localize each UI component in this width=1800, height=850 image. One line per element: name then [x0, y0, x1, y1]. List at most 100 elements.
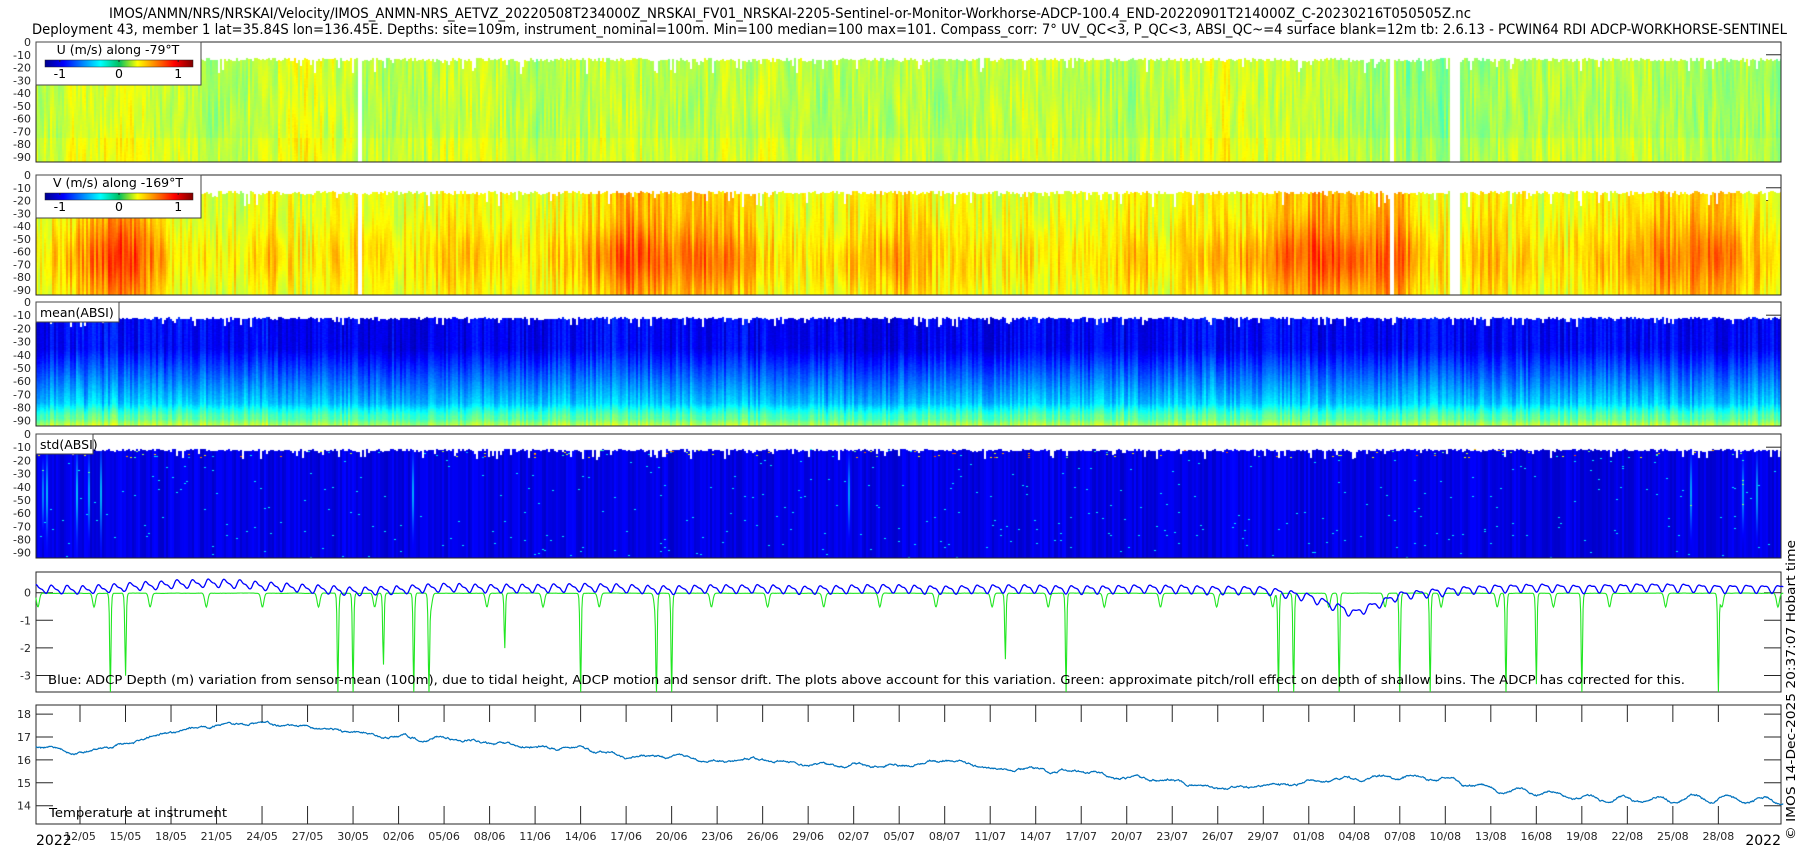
depth-variation-line — [35, 578, 1784, 617]
axes-frame-0 — [35, 41, 1782, 163]
y-tick-label: -40 — [13, 349, 31, 362]
x-tick-label: 21/05 — [201, 830, 233, 843]
y-tick-label: -20 — [13, 195, 31, 208]
x-tick-label: 30/05 — [337, 830, 369, 843]
x-tick-label: 16/08 — [1520, 830, 1552, 843]
y-tick-label: 15 — [17, 777, 31, 790]
depth-annotation: Blue: ADCP Depth (m) variation from sens… — [48, 672, 1685, 687]
y-tick-label: -90 — [13, 151, 31, 164]
x-tick-label: 20/07 — [1111, 830, 1143, 843]
y-tick-label: -60 — [13, 375, 31, 388]
y-tick-label: -80 — [13, 534, 31, 547]
y-tick-label: -80 — [13, 271, 31, 284]
temperature-line — [35, 720, 1784, 806]
y-tick-label: -60 — [13, 113, 31, 126]
y-tick-label: -90 — [13, 415, 31, 428]
x-tick-label: 13/08 — [1475, 830, 1507, 843]
x-tick-label: 23/06 — [701, 830, 733, 843]
y-tick-label: -40 — [13, 220, 31, 233]
year-label-right: 2022 — [1745, 833, 1781, 849]
y-tick-label: -50 — [13, 100, 31, 113]
y-tick-label: -60 — [13, 246, 31, 259]
y-tick-label: 18 — [17, 708, 31, 721]
x-tick-label: 02/07 — [838, 830, 870, 843]
y-tick-label: -30 — [13, 336, 31, 349]
y-tick-label: -70 — [13, 258, 31, 271]
y-tick-label: 0 — [24, 296, 31, 309]
x-tick-label: 08/07 — [929, 830, 961, 843]
x-tick-label: 11/06 — [519, 830, 551, 843]
x-tick-label: 14/06 — [565, 830, 597, 843]
x-tick-label: 05/06 — [428, 830, 460, 843]
mean-absi-label-box: mean(ABSI) — [35, 301, 120, 323]
v-legend-title: V (m/s) along -169°T — [53, 175, 183, 190]
y-tick-label: -70 — [13, 125, 31, 138]
x-tick-label: 04/08 — [1338, 830, 1370, 843]
x-tick-label: 25/08 — [1657, 830, 1689, 843]
year-label-left: 2022 — [36, 833, 72, 849]
y-tick-label: -10 — [13, 182, 31, 195]
y-tick-label: -20 — [13, 322, 31, 335]
u-legend-title: U (m/s) along -79°T — [57, 42, 180, 57]
y-tick-label: -50 — [13, 362, 31, 375]
figure: IMOS/ANMN/NRS/NRSKAI/Velocity/IMOS_ANMN-… — [13, 6, 1798, 849]
y-tick-label: -50 — [13, 233, 31, 246]
x-tick-label: 26/06 — [747, 830, 779, 843]
axes-frame-3 — [35, 433, 1782, 559]
x-tick-label: 19/08 — [1566, 830, 1598, 843]
x-tick-label: 20/06 — [656, 830, 688, 843]
std-absi-label-box: std(ABSI) — [35, 433, 98, 455]
y-tick-label: -60 — [13, 507, 31, 520]
colorbar-tick-label: -1 — [54, 66, 66, 81]
x-tick-label: 29/07 — [1247, 830, 1279, 843]
y-tick-label: -2 — [20, 642, 31, 655]
temperature-annotation: Temperature at instrument — [48, 805, 227, 820]
std-absi-label: std(ABSI) — [40, 437, 98, 452]
colorbar-tick-label: -1 — [54, 199, 66, 214]
colorbar-tick-label: 0 — [115, 199, 123, 214]
x-tick-label: 26/07 — [1202, 830, 1234, 843]
y-tick-label: 16 — [17, 754, 31, 767]
y-tick-label: 0 — [24, 587, 31, 600]
x-tick-label: 28/08 — [1703, 830, 1735, 843]
mean-absi-label: mean(ABSI) — [40, 305, 114, 320]
x-tick-label: 07/08 — [1384, 830, 1416, 843]
x-tick-label: 10/08 — [1429, 830, 1461, 843]
figure-title: IMOS/ANMN/NRS/NRSKAI/Velocity/IMOS_ANMN-… — [109, 6, 1471, 22]
v-colorbar-legend: V (m/s) along -169°T -1 0 1 — [35, 174, 202, 219]
y-tick-label: -20 — [13, 62, 31, 75]
x-tick-label: 29/06 — [792, 830, 824, 843]
y-tick-label: 14 — [17, 800, 31, 813]
y-tick-label: -80 — [13, 402, 31, 415]
x-tick-label: 05/07 — [883, 830, 915, 843]
y-tick-label: -70 — [13, 388, 31, 401]
y-tick-label: -10 — [13, 309, 31, 322]
x-tick-label: 22/08 — [1611, 830, 1643, 843]
x-tick-label: 01/08 — [1293, 830, 1325, 843]
y-tick-label: -3 — [20, 669, 31, 682]
x-tick-label: 18/05 — [155, 830, 187, 843]
y-tick-label: -1 — [20, 614, 31, 627]
y-tick-label: -50 — [13, 494, 31, 507]
x-tick-label: 17/06 — [610, 830, 642, 843]
y-tick-label: -30 — [13, 74, 31, 87]
y-tick-label: -10 — [13, 441, 31, 454]
x-tick-label: 24/05 — [246, 830, 278, 843]
colorbar-tick-label: 1 — [174, 199, 182, 214]
u-colorbar-legend: U (m/s) along -79°T -1 0 1 — [35, 41, 202, 86]
x-tick-label: 11/07 — [974, 830, 1006, 843]
axes-frame-2 — [35, 301, 1782, 427]
x-tick-label: 08/06 — [474, 830, 506, 843]
x-tick-label: 17/07 — [1065, 830, 1097, 843]
axes-frame-1 — [35, 174, 1782, 296]
y-tick-label: 0 — [24, 428, 31, 441]
colorbar-tick-label: 0 — [115, 66, 123, 81]
y-tick-label: -40 — [13, 87, 31, 100]
x-tick-label: 23/07 — [1156, 830, 1188, 843]
credit-text: © IMOS 14-Dec-2025 20:37:07 Hobart time — [1783, 540, 1798, 840]
x-tick-label: 02/06 — [383, 830, 415, 843]
y-tick-label: -10 — [13, 49, 31, 62]
x-tick-label: 14/07 — [1020, 830, 1052, 843]
y-tick-label: -90 — [13, 547, 31, 560]
y-tick-label: -70 — [13, 520, 31, 533]
